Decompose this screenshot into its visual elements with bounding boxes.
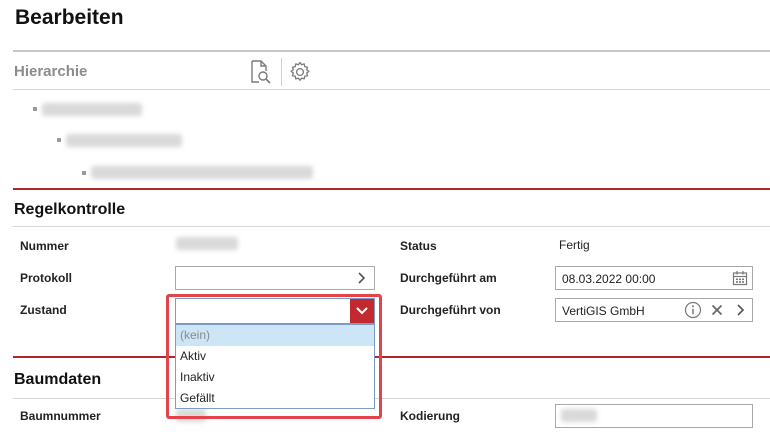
- zustand-label: Zustand: [20, 303, 67, 317]
- document-search-icon[interactable]: [247, 59, 273, 85]
- chevron-right-icon[interactable]: [352, 269, 370, 287]
- section-title-baumdaten: Baumdaten: [14, 371, 102, 388]
- tree-item-level-3[interactable]: [91, 166, 313, 179]
- durchgefuehrt-am-label: Durchgeführt am: [400, 271, 497, 285]
- divider: [13, 398, 770, 399]
- status-label: Status: [400, 239, 437, 253]
- gear-icon[interactable]: [287, 59, 313, 85]
- protokoll-label: Protokoll: [20, 271, 73, 285]
- durchgefuehrt-von-value: VertiGIS GmbH: [562, 304, 645, 318]
- kodierung-value: [561, 409, 597, 422]
- highlight-annotation: [166, 294, 382, 419]
- tree-item-level-1[interactable]: [42, 103, 142, 116]
- chevron-right-icon[interactable]: [731, 301, 749, 319]
- toolbar-separator: [281, 58, 282, 86]
- baumnummer-label: Baumnummer: [20, 409, 101, 423]
- clear-icon[interactable]: [708, 301, 726, 319]
- tree-bullet: [82, 171, 86, 175]
- status-value: Fertig: [559, 238, 590, 252]
- section-title-regelkontrolle: Regelkontrolle: [14, 201, 126, 218]
- protokoll-field[interactable]: [175, 266, 375, 290]
- kodierung-field[interactable]: [555, 404, 753, 428]
- tree-bullet: [57, 138, 61, 142]
- kodierung-label: Kodierung: [400, 409, 460, 423]
- tree-bullet: [33, 107, 37, 111]
- durchgefuehrt-von-label: Durchgeführt von: [400, 303, 501, 317]
- durchgefuehrt-von-field[interactable]: VertiGIS GmbH: [555, 298, 753, 322]
- divider: [13, 89, 770, 90]
- durchgefuehrt-am-field[interactable]: 08.03.2022 00:00: [555, 266, 753, 290]
- divider: [13, 226, 770, 227]
- info-icon[interactable]: [684, 301, 702, 319]
- divider: [13, 50, 770, 52]
- nummer-label: Nummer: [20, 239, 69, 253]
- hierarchy-title: Hierarchie: [14, 63, 88, 80]
- page-title: Bearbeiten: [15, 6, 124, 29]
- section-divider: [13, 188, 770, 190]
- nummer-value: [176, 237, 238, 250]
- tree-item-level-2[interactable]: [66, 134, 182, 147]
- durchgefuehrt-am-value: 08.03.2022 00:00: [562, 272, 656, 286]
- calendar-icon[interactable]: [731, 269, 749, 287]
- section-divider: [13, 356, 770, 358]
